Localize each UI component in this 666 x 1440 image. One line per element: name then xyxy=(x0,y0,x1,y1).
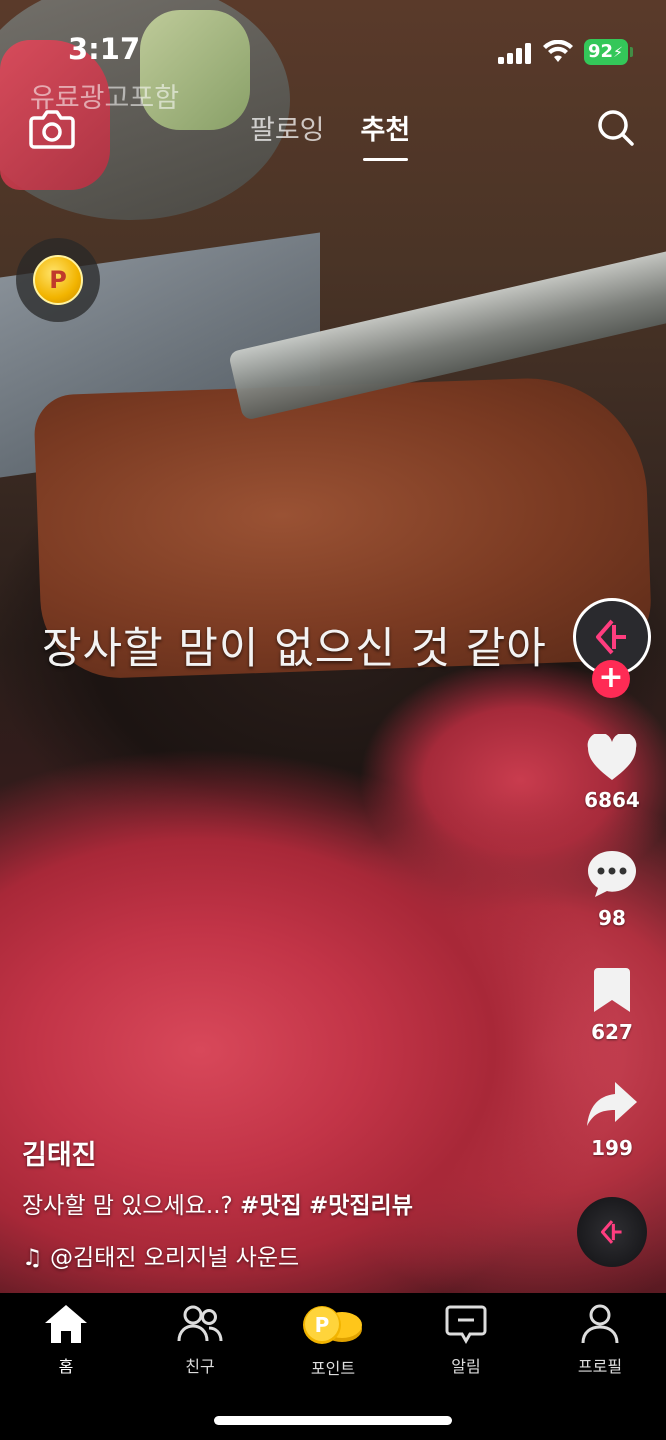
follow-button[interactable]: + xyxy=(592,660,630,698)
nav-label: 알림 xyxy=(451,1357,481,1376)
battery-level: 92 xyxy=(588,41,614,62)
description-text: 장사할 맘 있으세요..? xyxy=(22,1193,233,1219)
feed-tabs: 팔로잉 추천 xyxy=(250,108,410,161)
nav-home[interactable]: 홈 xyxy=(6,1303,126,1377)
hashtag-link[interactable]: #맛집 xyxy=(240,1193,302,1219)
nav-label: 포인트 xyxy=(310,1359,356,1378)
sound-link[interactable]: ♫ @김태진 오리지널 사운드 xyxy=(22,1238,299,1272)
music-disc-button[interactable] xyxy=(577,1197,647,1267)
charging-icon: ⚡ xyxy=(613,45,623,61)
signal-icon xyxy=(498,42,532,64)
svg-text:P: P xyxy=(315,1313,330,1337)
comment-icon xyxy=(588,851,636,897)
sound-logo-icon xyxy=(600,1220,622,1244)
nav-profile[interactable]: 프로필 xyxy=(540,1303,660,1377)
hashtag-link[interactable]: #맛집리뷰 xyxy=(309,1193,413,1219)
nav-points[interactable]: P 포인트 xyxy=(273,1303,393,1379)
tab-recommended[interactable]: 추천 xyxy=(361,108,410,161)
home-indicator[interactable] xyxy=(214,1416,452,1425)
battery-indicator: 92⚡ xyxy=(584,39,633,65)
points-icon: P xyxy=(303,1306,362,1344)
video-caption: 장사할 맘이 없으신 것 같아 xyxy=(42,624,547,674)
save-button[interactable]: 627 xyxy=(572,966,652,1044)
share-count: 199 xyxy=(591,1136,633,1160)
sound-name: @김태진 오리지널 사운드 xyxy=(49,1245,300,1271)
nav-label: 홈 xyxy=(58,1357,74,1376)
points-reward-button[interactable]: P xyxy=(16,238,100,322)
friends-icon xyxy=(177,1305,223,1342)
nav-inbox[interactable]: 알림 xyxy=(406,1303,526,1377)
author-name[interactable]: 김태진 xyxy=(22,1133,97,1172)
heart-icon xyxy=(587,732,637,780)
camera-icon[interactable] xyxy=(28,106,76,150)
profile-icon xyxy=(581,1304,619,1344)
nav-friends[interactable]: 친구 xyxy=(140,1303,260,1377)
like-button[interactable]: 6864 xyxy=(572,732,652,812)
search-icon[interactable] xyxy=(596,108,636,148)
nav-label: 친구 xyxy=(185,1357,215,1376)
nav-label: 프로필 xyxy=(577,1357,623,1376)
music-note-icon: ♫ xyxy=(22,1245,43,1271)
creator-logo-icon xyxy=(596,619,626,655)
share-button[interactable]: 199 xyxy=(572,1080,652,1160)
home-icon xyxy=(45,1305,87,1343)
share-icon xyxy=(587,1082,637,1126)
bookmark-icon xyxy=(594,968,630,1012)
post-description: 장사할 맘 있으세요..? #맛집 #맛집리뷰 xyxy=(22,1186,413,1220)
wifi-icon xyxy=(543,40,573,62)
status-time: 3:17 xyxy=(68,32,141,66)
tab-following[interactable]: 팔로잉 xyxy=(250,108,325,147)
comment-count: 98 xyxy=(598,906,626,930)
inbox-icon xyxy=(445,1305,487,1345)
save-count: 627 xyxy=(591,1020,633,1044)
like-count: 6864 xyxy=(584,788,640,812)
comment-button[interactable]: 98 xyxy=(572,848,652,930)
coin-icon: P xyxy=(33,255,83,305)
